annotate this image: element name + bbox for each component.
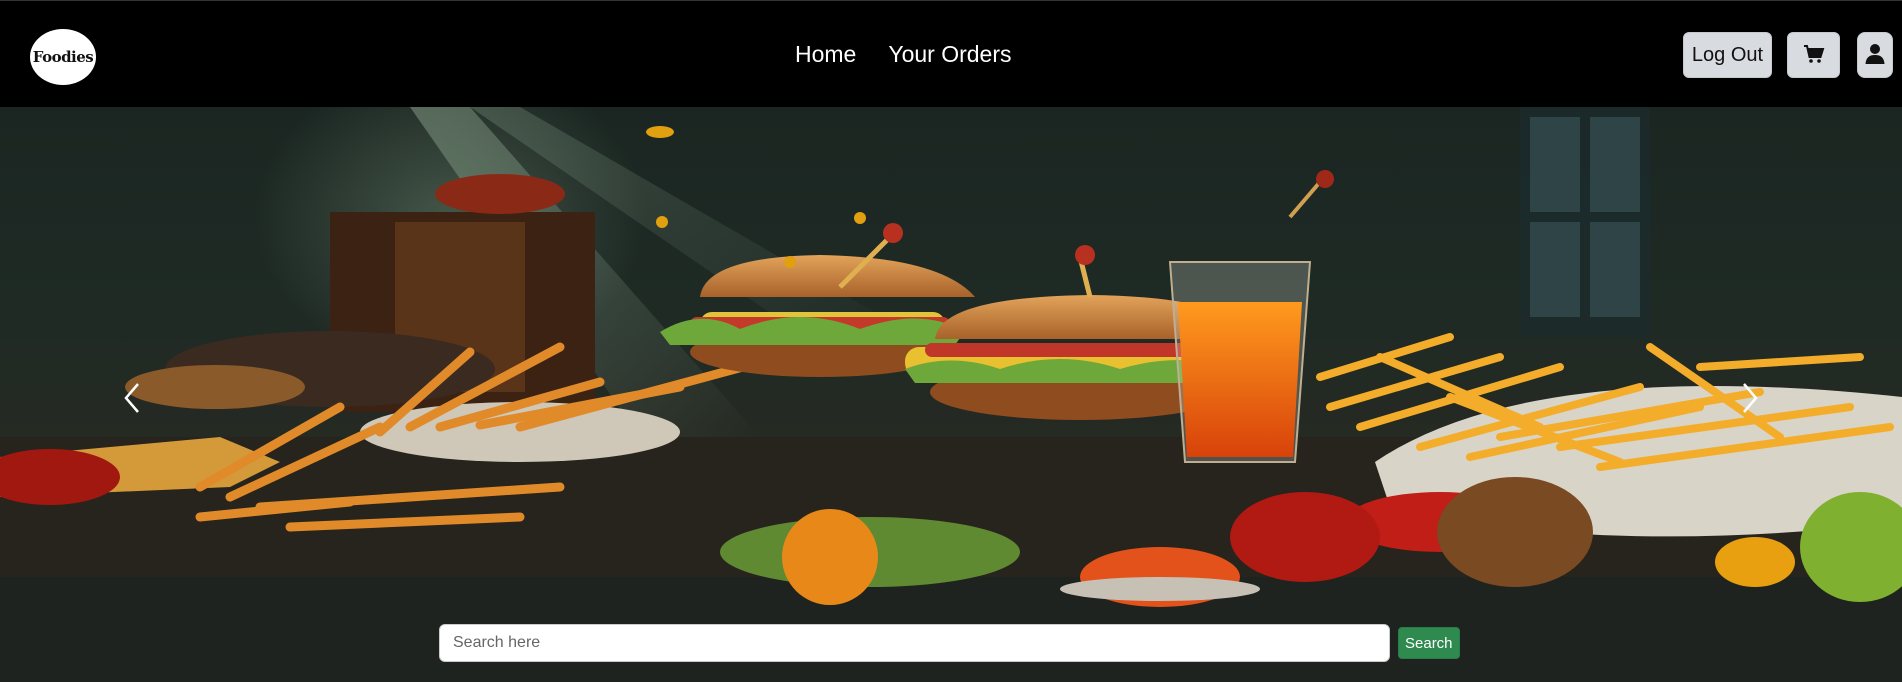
logo-text: Foodies (32, 48, 94, 66)
nav-link-your-orders[interactable]: Your Orders (888, 41, 1011, 68)
hero-image (0, 107, 1902, 682)
nav-link-home[interactable]: Home (795, 41, 856, 68)
search-form: Search (439, 624, 1460, 662)
hero-carousel (0, 107, 1902, 682)
search-input[interactable] (439, 624, 1390, 662)
navbar: Foodies Home Your Orders Log Out (0, 0, 1902, 107)
search-button[interactable]: Search (1398, 627, 1460, 659)
user-icon (1865, 43, 1885, 68)
brand-logo[interactable]: Foodies (30, 29, 96, 85)
cart-icon (1803, 44, 1825, 67)
profile-button[interactable] (1857, 32, 1893, 78)
nav-links: Home Your Orders (795, 41, 1012, 68)
logout-button[interactable]: Log Out (1683, 32, 1772, 78)
carousel-prev-button[interactable] (122, 382, 162, 442)
cart-button[interactable] (1787, 32, 1840, 78)
carousel-next-button[interactable] (1740, 382, 1780, 442)
